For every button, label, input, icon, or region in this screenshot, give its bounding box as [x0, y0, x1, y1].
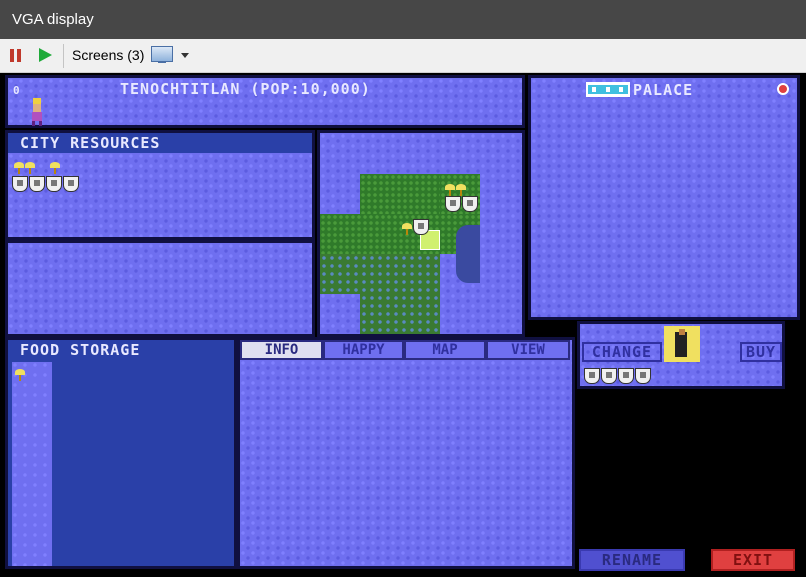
production-item-icon: [664, 326, 700, 362]
map-tile-lower: [320, 254, 440, 294]
window-title: VGA display: [12, 11, 94, 28]
shield-icon: [584, 368, 600, 384]
shield-icon: [601, 368, 617, 384]
game-screen: 0 TENOCHTITLAN (POP:10,000) PALACE CITY …: [0, 73, 806, 577]
wheat-icon: [50, 162, 60, 174]
rename-button[interactable]: RENAME: [579, 549, 685, 571]
shield-icon: [12, 176, 28, 192]
food-box: [12, 362, 52, 566]
tab-happy[interactable]: HAPPY: [323, 340, 404, 360]
pause-icon[interactable]: [10, 49, 22, 62]
city-map-panel[interactable]: [317, 130, 525, 337]
wheat-icon: [15, 369, 25, 381]
wheat-icon: [25, 162, 35, 174]
shield-icon: [29, 176, 45, 192]
map-tile-bottom: [360, 294, 440, 334]
buy-button[interactable]: BUY: [740, 342, 782, 362]
corner-number: 0: [13, 84, 21, 97]
toolbar: Screens (3): [0, 39, 806, 73]
tile-yield: [402, 219, 430, 239]
wheat-icon: [14, 162, 24, 174]
shield-icon: [635, 368, 651, 384]
map-tile-top: [360, 174, 440, 214]
city-title-panel: 0 TENOCHTITLAN (POP:10,000): [5, 75, 525, 128]
exit-button[interactable]: EXIT: [711, 549, 795, 571]
city-resources-header: CITY RESOURCES: [8, 133, 312, 153]
info-panel: [237, 337, 575, 569]
production-shields: [584, 368, 652, 388]
screens-label[interactable]: Screens (3): [72, 47, 144, 63]
shield-row: [12, 176, 80, 196]
change-button[interactable]: CHANGE: [582, 342, 662, 362]
production-panel: CHANGE BUY: [577, 321, 785, 389]
chevron-down-icon[interactable]: [181, 53, 189, 58]
city-resources-panel: CITY RESOURCES: [5, 130, 315, 240]
trade-panel: [5, 240, 315, 337]
tab-map[interactable]: MAP: [404, 340, 486, 360]
food-storage-panel: FOOD STORAGE: [5, 337, 237, 569]
palace-icon: [586, 82, 630, 97]
shield-icon: [63, 176, 79, 192]
toolbar-separator: [63, 44, 64, 68]
palace-label: PALACE: [633, 81, 694, 99]
food-storage-header: FOOD STORAGE: [8, 340, 234, 360]
tab-info[interactable]: INFO: [240, 340, 323, 360]
sell-icon[interactable]: [777, 83, 789, 95]
map-water: [456, 225, 480, 283]
tile-yield: [445, 196, 479, 216]
shield-icon: [46, 176, 62, 192]
window-titlebar: VGA display: [0, 0, 806, 39]
citizen-icon: [30, 98, 44, 126]
monitor-icon[interactable]: [150, 45, 174, 64]
improvements-panel: PALACE: [528, 75, 800, 320]
shield-icon: [618, 368, 634, 384]
play-icon[interactable]: [39, 48, 52, 62]
city-title: TENOCHTITLAN (POP:10,000): [120, 80, 371, 98]
tab-view[interactable]: VIEW: [486, 340, 570, 360]
